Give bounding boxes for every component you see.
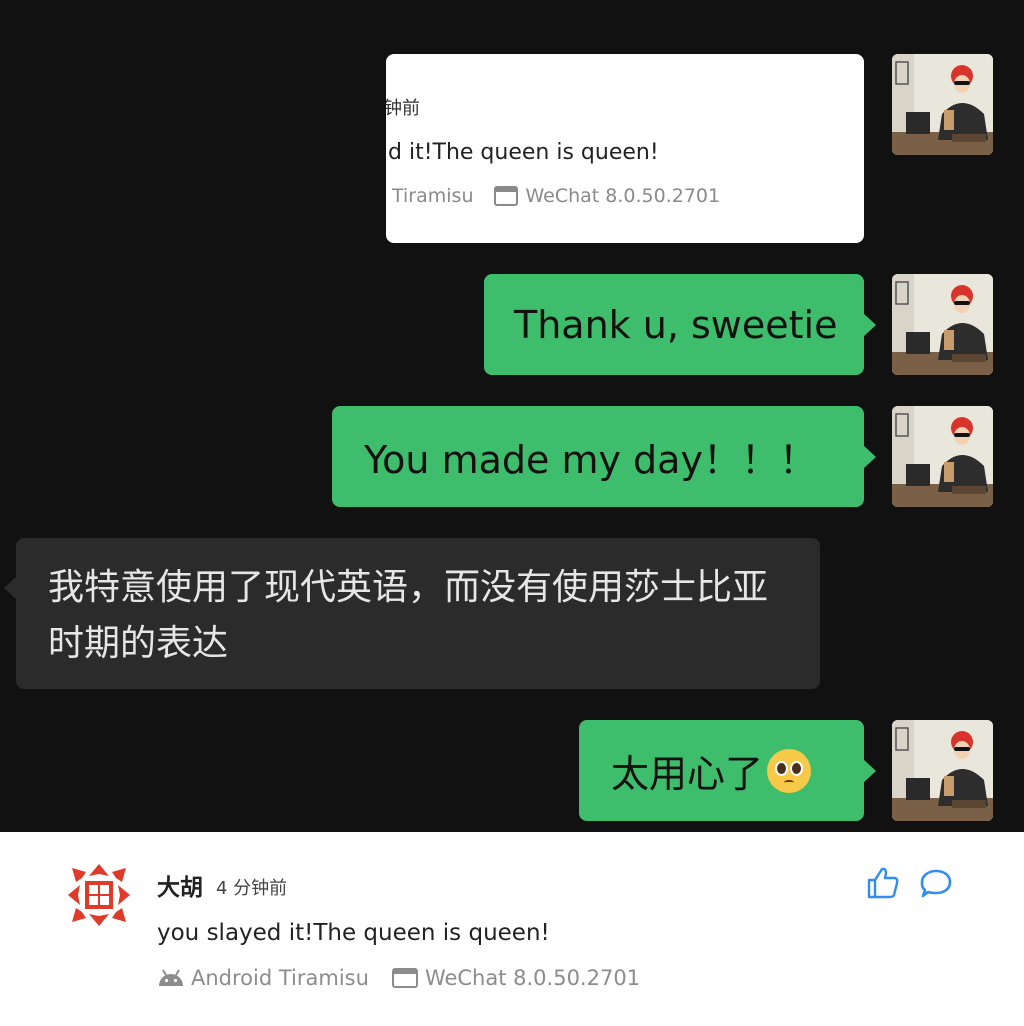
avatar-illustration — [892, 274, 993, 375]
comment-time: 4 分钟前 — [216, 878, 288, 899]
quote-time: 钟前 — [386, 98, 420, 119]
thumbs-up-icon[interactable] — [866, 866, 900, 900]
my-avatar[interactable] — [892, 274, 993, 375]
message-bubble-mine[interactable]: Thank u, sweetie — [484, 274, 876, 375]
message-bubble-mine[interactable]: 太用心了 — [579, 720, 876, 821]
user-avatar[interactable] — [66, 862, 132, 928]
quote-meta: Tiramisu WeChat 8.0.50.2701 — [386, 184, 720, 208]
comment-text: you slayed it!The queen is queen! — [157, 920, 550, 946]
comment-os: Android Tiramisu — [157, 966, 369, 990]
message-text: 太用心了 — [611, 752, 764, 796]
avatar-illustration — [892, 720, 993, 821]
my-avatar[interactable] — [892, 720, 993, 821]
avatar-illustration — [892, 406, 993, 507]
message-text: You made my day！！！ — [364, 438, 817, 482]
speech-bubble-icon[interactable] — [919, 868, 953, 900]
comment-app-version: WeChat 8.0.50.2701 — [424, 966, 641, 990]
comment-os-label: Android Tiramisu — [191, 966, 369, 990]
message-bubble-mine[interactable]: You made my day！！！ — [332, 406, 876, 507]
quote-text: d it!The queen is queen! — [388, 140, 659, 165]
avatar-illustration — [892, 54, 993, 155]
android-icon — [159, 969, 183, 986]
chat-screenshot: 钟前 d it!The queen is queen! Tiramisu WeC… — [0, 0, 1024, 832]
message-text: 我特意使用了现代英语，而没有使用莎士比亚时期的表达 — [48, 567, 769, 664]
comment-meta: Android Tiramisu WeChat 8.0.50.2701 — [157, 966, 662, 990]
window-icon — [391, 968, 418, 988]
window-icon — [494, 186, 519, 206]
quote-os: Tiramisu — [392, 185, 474, 207]
message-text: Thank u, sweetie — [514, 302, 838, 347]
comment-item: 大胡 4 分钟前 you slayed it!The queen is quee… — [0, 832, 1024, 1026]
my-avatar[interactable] — [892, 406, 993, 507]
quoted-comment-card: 钟前 d it!The queen is queen! Tiramisu WeC… — [386, 54, 864, 243]
pleading-face-emoji — [767, 748, 812, 793]
comment-username[interactable]: 大胡 — [157, 868, 203, 902]
quote-app-version: WeChat 8.0.50.2701 — [525, 185, 721, 207]
message-bubble-other[interactable]: 我特意使用了现代英语，而没有使用莎士比亚时期的表达 — [4, 538, 820, 689]
my-avatar[interactable] — [892, 54, 993, 155]
comment-app: WeChat 8.0.50.2701 — [391, 966, 640, 990]
